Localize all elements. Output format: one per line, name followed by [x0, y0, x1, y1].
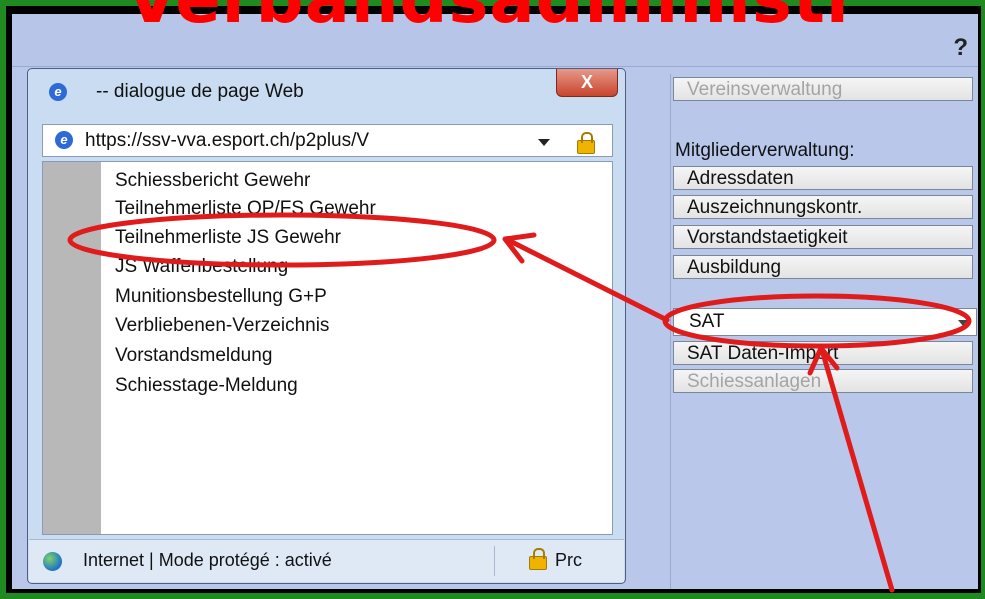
- sat-dropdown[interactable]: SAT: [673, 308, 977, 336]
- help-button[interactable]: ?: [953, 34, 968, 62]
- dialog-content: Schiessbericht Gewehr Teilnehmerliste OP…: [42, 161, 613, 535]
- menu-item-teilnehmerliste-js-gewehr[interactable]: Teilnehmerliste JS Gewehr: [115, 227, 341, 249]
- menu-item-schiesstage-meldung[interactable]: Schiesstage-Meldung: [115, 375, 298, 397]
- ie-page-icon: e: [55, 131, 73, 149]
- menu-item-teilnehmerliste-opfs-gewehr[interactable]: Teilnehmerliste OP/FS Gewehr: [115, 198, 376, 220]
- schiessanlagen-button[interactable]: Schiessanlagen: [673, 369, 973, 393]
- globe-icon: [43, 552, 62, 571]
- chevron-down-icon: [958, 320, 968, 326]
- lock-icon[interactable]: [577, 132, 595, 154]
- menu-item-js-waffenbestellung[interactable]: JS Waffenbestellung: [115, 256, 288, 278]
- address-url: https://ssv-vva.esport.ch/p2plus/V: [85, 130, 370, 151]
- vorstandstaetigkeit-button[interactable]: Vorstandstaetigkeit: [673, 225, 973, 249]
- content-gutter: [43, 162, 101, 534]
- ausbildung-button[interactable]: Ausbildung: [673, 255, 973, 279]
- chevron-down-icon[interactable]: [538, 139, 550, 146]
- web-page-dialog: e -- dialogue de page Web X e https://ss…: [27, 68, 626, 584]
- banner-title: Verbandsadministr: [126, 0, 860, 33]
- mitgliederverwaltung-label: Mitgliederverwaltung:: [675, 140, 855, 161]
- lock-icon: [529, 548, 547, 570]
- auszeichnungskontr-button[interactable]: Auszeichnungskontr.: [673, 195, 973, 219]
- status-bar: Internet | Mode protégé : activé Prc: [29, 539, 624, 582]
- close-button[interactable]: X: [556, 69, 618, 97]
- ie-icon: e: [49, 83, 67, 101]
- adressdaten-button[interactable]: Adressdaten: [673, 166, 973, 190]
- vereinsverwaltung-button[interactable]: Vereinsverwaltung: [673, 77, 973, 101]
- status-protected-text: Prc: [555, 550, 582, 570]
- dialog-title: -- dialogue de page Web: [96, 81, 304, 102]
- sat-dropdown-value: SAT: [689, 311, 725, 332]
- close-icon: X: [580, 72, 593, 92]
- menu-item-vorstandsmeldung[interactable]: Vorstandsmeldung: [115, 345, 272, 367]
- menu-item-schiessbericht-gewehr[interactable]: Schiessbericht Gewehr: [115, 170, 310, 192]
- menu-item-munitionsbestellung[interactable]: Munitionsbestellung G+P: [115, 286, 327, 308]
- status-divider: [494, 546, 495, 576]
- address-bar[interactable]: e https://ssv-vva.esport.ch/p2plus/V: [42, 124, 613, 157]
- sat-daten-import-button[interactable]: SAT Daten-Import: [673, 341, 973, 365]
- status-text: Internet | Mode protégé : activé: [83, 550, 332, 570]
- menu-item-verbliebenen-verzeichnis[interactable]: Verbliebenen-Verzeichnis: [115, 315, 329, 337]
